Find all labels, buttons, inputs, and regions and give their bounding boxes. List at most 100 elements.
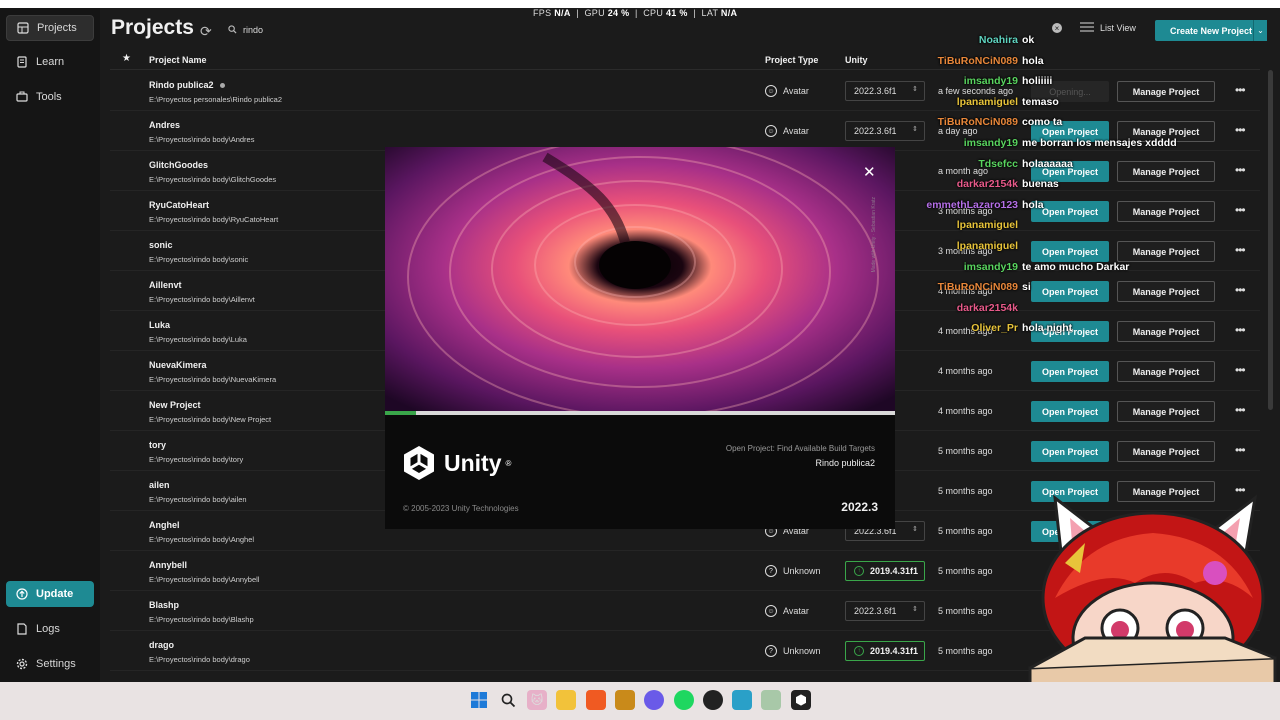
more-options-icon[interactable]: ••• bbox=[1235, 163, 1246, 177]
chat-text: hola night bbox=[1022, 322, 1073, 335]
cpu-value: 41 % bbox=[665, 8, 688, 18]
obs-icon[interactable] bbox=[703, 690, 723, 710]
scrollbar[interactable] bbox=[1268, 70, 1273, 410]
more-options-icon[interactable]: ••• bbox=[1235, 123, 1246, 137]
project-name: Aillenvt bbox=[149, 280, 182, 290]
sidebar-item-label: Settings bbox=[36, 658, 76, 670]
more-options-icon[interactable]: ••• bbox=[1235, 243, 1246, 257]
chat-message: TiBuRoNCiN089 hola bbox=[900, 55, 1140, 67]
version-text: 2019.4.31f1 bbox=[870, 566, 919, 576]
project-name: drago bbox=[149, 640, 174, 650]
chat-username: Tdsefcc bbox=[978, 157, 1018, 170]
open-project-button[interactable]: Open Project bbox=[1031, 361, 1109, 382]
manage-project-button[interactable]: Manage Project bbox=[1117, 401, 1215, 422]
clear-search-icon[interactable]: × bbox=[1052, 23, 1062, 33]
search-icon[interactable] bbox=[498, 690, 518, 710]
project-type-text: Avatar bbox=[783, 126, 809, 136]
sidebar-item-logs[interactable]: Logs bbox=[6, 616, 94, 642]
notepad-icon[interactable] bbox=[761, 690, 781, 710]
create-label: Create New Project bbox=[1169, 25, 1253, 36]
column-project-type[interactable]: Project Type bbox=[765, 55, 818, 65]
performance-overlay: FPS N/A | GPU 24 % | CPU 41 % | LAT N/A bbox=[533, 8, 738, 18]
column-project-name[interactable]: Project Name bbox=[149, 55, 207, 65]
windows-start-icon[interactable] bbox=[469, 690, 489, 710]
sidebar-item-update[interactable]: Update bbox=[6, 581, 94, 607]
cat-app-icon[interactable]: 🐱 bbox=[527, 690, 547, 710]
update-icon bbox=[16, 588, 28, 600]
project-path: E:\Proyectos\rindo body\drago bbox=[149, 655, 250, 664]
refresh-icon[interactable]: ⟳ bbox=[200, 23, 212, 40]
spotify-icon[interactable] bbox=[674, 690, 694, 710]
chat-message: TiBuRoNCiN089 si bbox=[900, 281, 1140, 293]
project-name-text: Aillenvt bbox=[149, 280, 182, 290]
sidebar-item-tools[interactable]: Tools bbox=[6, 84, 94, 110]
project-path: E:\Proyectos\rindo body\GlitchGoodes bbox=[149, 175, 277, 184]
project-name: sonic bbox=[149, 240, 173, 250]
project-name: Annybell bbox=[149, 560, 187, 570]
folder-app-icon[interactable] bbox=[615, 690, 635, 710]
modified-date: 5 months ago bbox=[938, 526, 993, 536]
tools-icon bbox=[16, 91, 28, 103]
chat-message: Oliver_Pr hola night bbox=[900, 322, 1140, 334]
project-type: ☺ Avatar bbox=[765, 125, 809, 137]
project-path: E:\Proyectos\rindo body\Blashp bbox=[149, 615, 254, 624]
unity-hub-taskbar-icon[interactable] bbox=[791, 690, 811, 710]
splash-project-name: Rindo publica2 bbox=[815, 458, 875, 468]
search-icon bbox=[228, 24, 237, 36]
more-options-icon[interactable]: ••• bbox=[1235, 323, 1246, 337]
chat-text: como ta bbox=[1022, 116, 1063, 129]
more-options-icon[interactable]: ••• bbox=[1235, 203, 1246, 217]
sidebar-item-projects[interactable]: Projects bbox=[6, 15, 94, 41]
brave-browser-icon[interactable] bbox=[586, 690, 606, 710]
open-project-button[interactable]: Open Project bbox=[1031, 401, 1109, 422]
unknown-type-icon: ? bbox=[765, 645, 777, 657]
project-path: E:\Proyectos\rindo body\RyuCatoHeart bbox=[149, 215, 279, 224]
discord-icon[interactable] bbox=[644, 690, 664, 710]
list-view-label: List View bbox=[1100, 23, 1136, 33]
project-name: Anghel bbox=[149, 520, 180, 530]
create-dropdown-chevron-icon[interactable]: ⌄ bbox=[1253, 20, 1267, 41]
project-name-text: ailen bbox=[149, 480, 170, 490]
project-type-text: Unknown bbox=[783, 566, 821, 576]
sidebar-item-settings[interactable]: Settings bbox=[6, 651, 94, 677]
open-project-button[interactable]: Open Project bbox=[1031, 441, 1109, 462]
favorite-star-icon[interactable]: ★ bbox=[122, 53, 131, 64]
unity-version-select[interactable]: 2022.3.6f1 ⇕ bbox=[845, 601, 925, 621]
project-name: Rindo publica2 bbox=[149, 80, 225, 90]
more-options-icon[interactable]: ••• bbox=[1235, 403, 1246, 417]
unity-logo: Unity ® bbox=[402, 445, 511, 481]
unity-version-select[interactable]: ↑ 2019.4.31f1 bbox=[845, 641, 925, 661]
more-options-icon[interactable]: ••• bbox=[1235, 363, 1246, 377]
project-name: NuevaKimera bbox=[149, 360, 207, 370]
project-path: E:\Proyectos\rindo body\Aillenvt bbox=[149, 295, 255, 304]
chat-message: Tdsefcc holaaaaaa bbox=[900, 158, 1140, 170]
learn-icon bbox=[16, 56, 28, 68]
column-unity[interactable]: Unity bbox=[845, 55, 868, 65]
close-icon[interactable]: ✕ bbox=[863, 163, 876, 181]
manage-project-label: Manage Project bbox=[1132, 366, 1200, 377]
more-options-icon[interactable]: ••• bbox=[1235, 443, 1246, 457]
more-options-icon[interactable]: ••• bbox=[1235, 283, 1246, 297]
sidebar-item-label: Learn bbox=[36, 56, 65, 68]
chat-username: lpanamiguel bbox=[956, 240, 1018, 252]
project-path: E:\Proyectos\rindo body\ailen bbox=[149, 495, 247, 504]
chat-message: imsandy19 holiiiii bbox=[900, 75, 1140, 87]
registered-mark: ® bbox=[505, 458, 512, 468]
splash-credit: Made with Unity · Sebastian Kratz bbox=[871, 197, 877, 273]
sidebar-item-learn[interactable]: Learn bbox=[6, 49, 94, 75]
terminal-app-icon[interactable] bbox=[732, 690, 752, 710]
chat-message: darkar2154k buenas bbox=[900, 178, 1140, 190]
file-explorer-icon[interactable] bbox=[556, 690, 576, 710]
chat-message: lpanamiguel bbox=[900, 240, 1140, 252]
manage-project-button[interactable]: Manage Project bbox=[1117, 441, 1215, 462]
chat-text: temaso bbox=[1022, 95, 1059, 108]
create-new-project-button[interactable]: Create New Project bbox=[1155, 20, 1267, 41]
manage-project-button[interactable]: Manage Project bbox=[1117, 361, 1215, 382]
project-name-text: sonic bbox=[149, 240, 173, 250]
unity-version-select[interactable]: ↑ 2019.4.31f1 bbox=[845, 561, 925, 581]
more-options-icon[interactable]: ••• bbox=[1235, 83, 1246, 97]
list-view-toggle[interactable]: List View bbox=[1080, 22, 1136, 34]
project-name: GlitchGoodes bbox=[149, 160, 208, 170]
project-path: E:\Proyectos\rindo body\tory bbox=[149, 455, 244, 464]
fps-label: FPS bbox=[533, 8, 552, 18]
